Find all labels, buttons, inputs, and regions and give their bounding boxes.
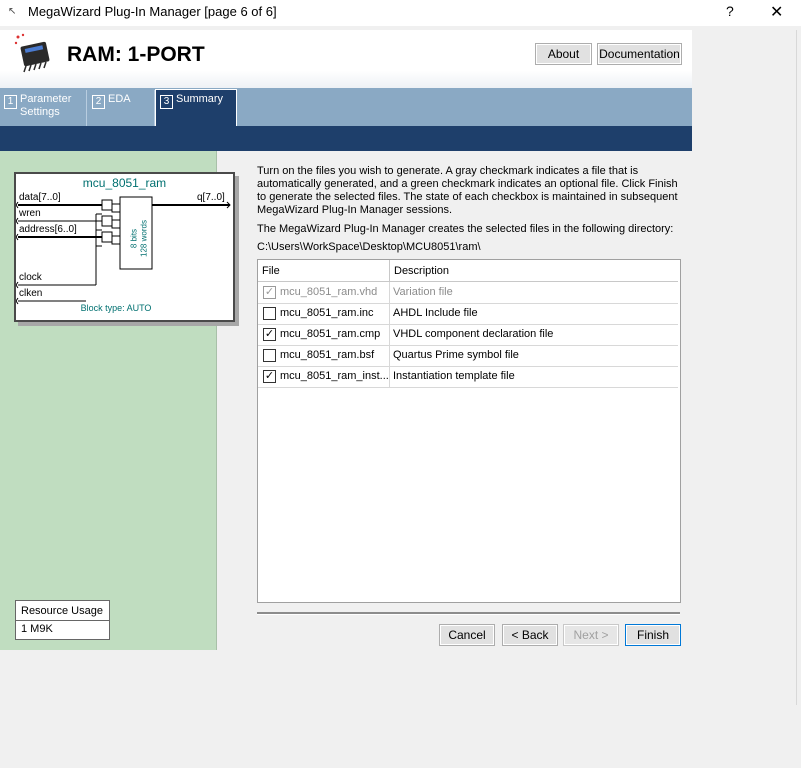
table-row: ✓ mcu_8051_ram.cmp VHDL component declar… [258,324,678,346]
tab-label: Summary [176,93,224,105]
wizard-icon: ↖ [8,6,17,17]
instructions-text: Turn on the files you wish to generate. … [257,165,678,216]
page-title: RAM: 1-PORT [67,43,205,66]
register-data [101,199,113,211]
pin-address: address[6..0] [19,224,77,235]
file-name: mcu_8051_ram.cmp [280,328,381,340]
table-row: mcu_8051_ram.bsf Quartus Prime symbol fi… [258,345,678,367]
table-row: ✓ mcu_8051_ram.vhd Variation file [258,282,678,304]
back-button[interactable]: < Back [502,624,558,646]
file-name: mcu_8051_ram.inc [280,307,374,319]
tab-number: 3 [160,95,173,109]
finish-button[interactable]: Finish [625,624,681,646]
file-description: Instantiation template file [393,370,515,382]
checkbox[interactable] [263,349,276,362]
word-size: 8 bits [129,228,139,249]
checkbox[interactable] [263,307,276,320]
tab-parameter-settings[interactable]: 1 Parameter Settings [0,90,87,126]
ram-symbol: mcu_8051_ram data[7..0] wren address[6..… [14,172,235,322]
wizard-header: RAM: 1-PORT About Documentation [0,30,692,88]
resource-usage-label: Resource Usage [16,601,109,621]
file-name: mcu_8051_ram_inst... [280,370,388,382]
pin-clken: clken [19,288,43,299]
directory-path: C:\Users\WorkSpace\Desktop\MCU8051\ram\ [257,241,481,253]
resource-usage-value: 1 M9K [21,623,53,635]
tab-number: 1 [4,95,17,109]
documentation-button[interactable]: Documentation [597,43,682,65]
tab-number: 2 [92,95,105,109]
checkbox[interactable]: ✓ [263,286,276,299]
tab-eda[interactable]: 2 EDA [88,90,155,126]
title-bar: ↖ MegaWizard Plug-In Manager [page 6 of … [0,0,801,26]
divider [796,30,797,705]
window-margin [692,30,801,768]
separator [257,612,680,615]
checkbox[interactable]: ✓ [263,370,276,383]
symbol-name: mcu_8051_ram [82,176,167,190]
about-button[interactable]: About [535,43,592,65]
file-description: AHDL Include file [393,307,478,319]
column-header-file[interactable]: File [258,260,390,282]
file-description: Variation file [393,286,453,298]
tab-bar: 1 Parameter Settings 2 EDA 3 Summary [0,88,692,127]
tab-content-bar [0,126,692,151]
tab-summary[interactable]: 3 Summary [155,89,237,127]
register-wren [101,215,113,227]
block-type: Block type: AUTO [80,303,152,313]
file-table: File Description ✓ mcu_8051_ram.vhd Vari… [257,259,681,603]
table-row: ✓ mcu_8051_ram_inst... Instantiation tem… [258,366,678,388]
help-button[interactable]: ? [726,3,734,19]
tab-label: EDA [108,93,131,105]
file-description: Quartus Prime symbol file [393,349,519,361]
next-button[interactable]: Next > [563,624,619,646]
register-address [101,231,113,243]
column-header-description[interactable]: Description [390,260,678,282]
file-name: mcu_8051_ram.vhd [280,286,378,298]
resource-usage-box: Resource Usage 1 M9K [15,600,110,640]
checkbox[interactable]: ✓ [263,328,276,341]
chip-icon [14,33,50,73]
directory-label: The MegaWizard Plug-In Manager creates t… [257,223,674,235]
cancel-button[interactable]: Cancel [439,624,495,646]
tab-label: Parameter Settings [20,93,72,118]
pin-clock: clock [19,272,42,283]
pin-q: q[7..0] [197,192,225,203]
pin-data: data[7..0] [19,192,61,203]
word-count: 128 words [139,220,149,257]
file-name: mcu_8051_ram.bsf [280,349,375,361]
table-row: mcu_8051_ram.inc AHDL Include file [258,303,678,325]
pin-wren: wren [19,208,41,219]
file-description: VHDL component declaration file [393,328,554,340]
window-title: MegaWizard Plug-In Manager [page 6 of 6] [28,4,277,19]
close-button[interactable]: ✕ [770,2,783,22]
